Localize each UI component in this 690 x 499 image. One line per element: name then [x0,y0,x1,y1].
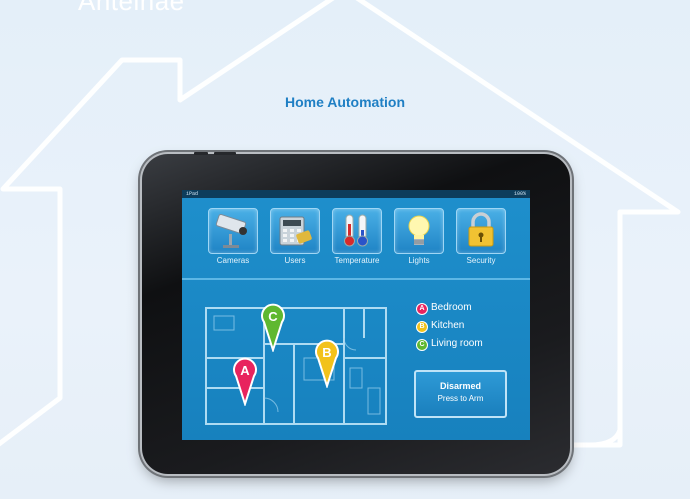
divider [182,278,530,280]
marker-c[interactable]: C [260,302,286,352]
status-right: 100% [513,191,526,197]
lock-icon [468,212,494,247]
temperature-tile[interactable]: Temperature [328,204,386,270]
top-cropped-text: Anteinae [78,0,185,16]
security-tile[interactable]: Security [452,204,510,270]
thermometer-icon [344,214,368,247]
marker-a[interactable]: A [232,356,258,406]
arm-alarm-button[interactable]: Disarmed Press to Arm [414,370,507,418]
tablet-device: iPad 100% Cameras Users Temperature Ligh… [142,152,570,474]
cameras-tile[interactable]: Cameras [204,204,262,270]
security-button[interactable] [456,208,506,254]
legend-item-kitchen[interactable]: B Kitchen [416,320,526,338]
lightbulb-icon [408,215,430,245]
legend-item-living-room[interactable]: C Living room [416,338,526,356]
lights-button[interactable] [394,208,444,254]
camera-icon [215,213,247,248]
status-left: iPad [186,191,199,197]
users-icon [279,216,312,246]
room-legend: A Bedroom B Kitchen C Living room [416,302,526,356]
control-icon-row: Cameras Users Temperature Lights Securit… [204,204,514,274]
marker-b[interactable]: B [314,338,340,388]
marker-a-letter: A [240,363,250,378]
security-label: Security [466,256,496,265]
tablet-button [214,152,236,155]
legend-item-bedroom[interactable]: A Bedroom [416,302,526,320]
legend-label: Bedroom [431,302,472,313]
temperature-label: Temperature [334,256,380,265]
users-tile[interactable]: Users [266,204,324,270]
legend-label: Kitchen [431,320,465,331]
marker-c-letter: C [268,309,278,324]
lights-label: Lights [408,256,430,265]
users-label: Users [284,256,306,265]
alarm-action: Press to Arm [437,394,484,403]
cameras-label: Cameras [216,256,250,265]
users-button[interactable] [270,208,320,254]
lights-tile[interactable]: Lights [390,204,448,270]
tablet-button [194,152,208,155]
legend-label: Living room [431,338,483,349]
tablet-screen: iPad 100% Cameras Users Temperature Ligh… [182,190,530,440]
alarm-status: Disarmed [439,381,482,391]
cameras-button[interactable] [208,208,258,254]
status-bar: iPad 100% [182,190,530,198]
marker-b-letter: B [322,345,331,360]
temperature-button[interactable] [332,208,382,254]
page-title: Home Automation [284,94,406,110]
legend-badge: B [416,321,428,333]
legend-badge: C [416,339,428,351]
legend-badge: A [416,303,428,315]
